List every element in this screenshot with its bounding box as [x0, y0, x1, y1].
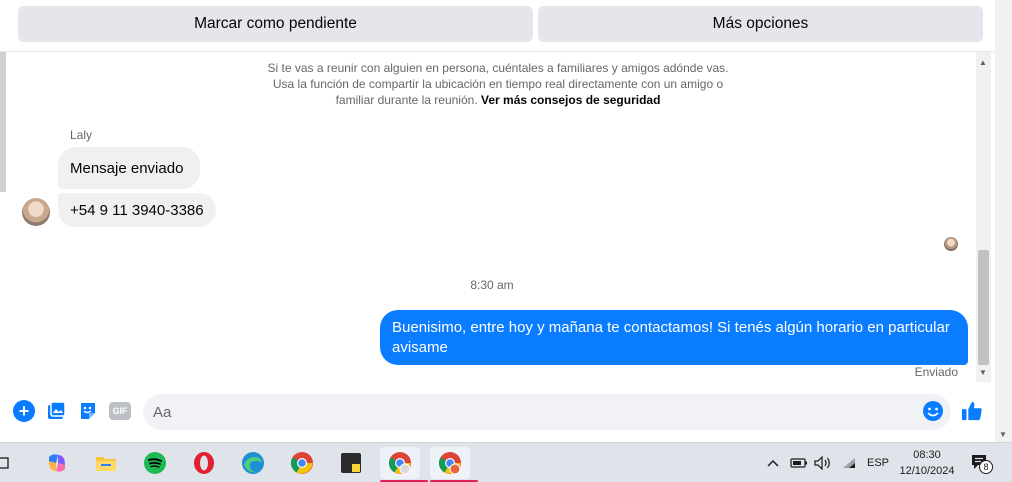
chat-thread: Si te vas a reunir con alguien en person…	[8, 52, 995, 382]
wifi-icon[interactable]	[841, 443, 857, 482]
message-input[interactable]	[143, 394, 951, 430]
page-scrollbar[interactable]: ▼	[995, 0, 1012, 442]
copilot-icon[interactable]	[37, 447, 77, 479]
incoming-message[interactable]: Mensaje enviado	[58, 147, 200, 189]
spotify-icon[interactable]	[135, 447, 175, 479]
message-timestamp: 8:30 am	[470, 278, 514, 292]
scroll-down-icon[interactable]: ▼	[979, 368, 987, 377]
sender-name: Laly	[70, 128, 93, 142]
delivery-status: Enviado	[914, 365, 958, 379]
battery-icon[interactable]	[790, 443, 808, 482]
emoji-icon[interactable]	[922, 400, 944, 422]
edge-icon[interactable]	[233, 447, 273, 479]
clock[interactable]: 08:30 12/10/2024	[893, 447, 961, 479]
tray-overflow-icon[interactable]	[766, 443, 780, 482]
plus-icon[interactable]: +	[13, 400, 35, 422]
chat-scrollbar[interactable]: ▲ ▼	[976, 52, 991, 382]
safety-tips-link[interactable]: Ver más consejos de seguridad	[481, 93, 660, 107]
notification-badge: 8	[979, 460, 993, 474]
sticker-icon[interactable]	[77, 400, 99, 422]
file-explorer-icon[interactable]	[86, 447, 126, 479]
like-icon[interactable]	[961, 400, 983, 422]
action-bar: Marcar como pendiente Más opciones	[0, 0, 995, 52]
message-text: Mensaje enviado	[70, 159, 184, 177]
seen-avatar	[944, 237, 958, 251]
scroll-down-icon[interactable]: ▼	[999, 430, 1007, 439]
message-composer: + GIF	[0, 388, 995, 438]
mark-pending-button[interactable]: Marcar como pendiente	[18, 6, 533, 42]
safety-notice: Si te vas a reunir con alguien en person…	[263, 60, 733, 108]
left-edge-strip	[0, 52, 6, 192]
chrome-profile-icon[interactable]	[430, 447, 478, 482]
message-text: +54 9 11 3940-3386	[70, 201, 204, 219]
outgoing-message[interactable]: Buenisimo, entre hoy y mañana te contact…	[380, 310, 968, 365]
scroll-up-icon[interactable]: ▲	[979, 58, 987, 67]
task-view-icon[interactable]	[0, 447, 14, 479]
clock-time: 08:30	[913, 449, 941, 461]
gif-icon[interactable]: GIF	[109, 402, 131, 420]
clock-date: 12/10/2024	[899, 465, 955, 477]
chrome-icon[interactable]	[282, 447, 322, 479]
opera-icon[interactable]	[184, 447, 224, 479]
photo-icon[interactable]	[45, 400, 67, 422]
taskbar: ESP 08:30 12/10/2024	[0, 442, 1012, 482]
more-options-button[interactable]: Más opciones	[538, 6, 983, 42]
avatar[interactable]	[22, 198, 50, 226]
sticky-notes-icon[interactable]	[331, 447, 371, 479]
volume-icon[interactable]	[814, 443, 832, 482]
chrome-profile-icon[interactable]	[380, 447, 428, 482]
language-indicator[interactable]: ESP	[867, 443, 889, 482]
scrollbar-thumb[interactable]	[978, 250, 989, 365]
message-text: Buenisimo, entre hoy y mañana te contact…	[392, 319, 950, 356]
incoming-message[interactable]: +54 9 11 3940-3386	[58, 193, 216, 227]
